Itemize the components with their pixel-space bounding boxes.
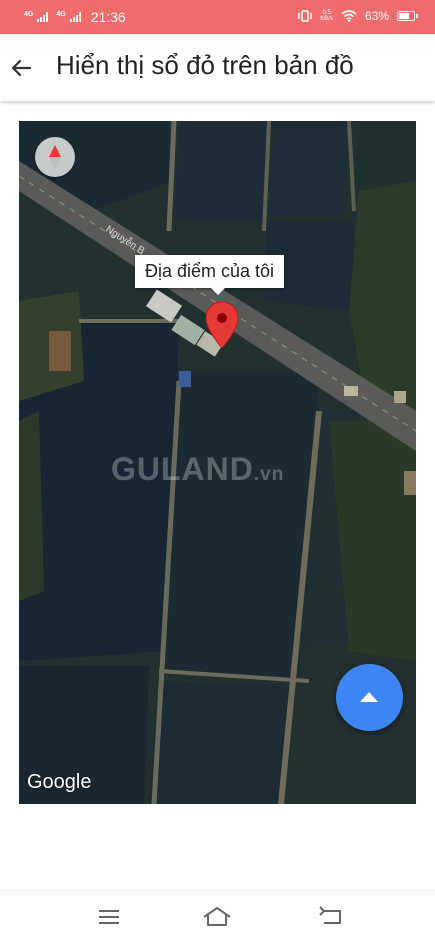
arrow-left-icon	[11, 59, 32, 77]
chevron-up-icon	[360, 692, 378, 702]
network-type-2: 4G	[56, 10, 66, 18]
expand-fab-button[interactable]	[336, 664, 403, 731]
page-title: Hiển thị sổ đỏ trên bản đồ	[56, 50, 354, 80]
system-back-button[interactable]	[316, 903, 348, 931]
speed-unit: KB/s	[320, 16, 333, 22]
back-button[interactable]	[8, 53, 38, 83]
watermark: GULAND.vn	[111, 451, 284, 488]
network-speed: 0.5 KB/s	[320, 10, 333, 22]
battery-icon	[397, 11, 418, 21]
compass-button[interactable]	[35, 137, 75, 177]
google-attribution: Google	[27, 771, 92, 793]
battery-percent: 63%	[364, 9, 389, 23]
menu-button[interactable]	[95, 903, 127, 931]
watermark-suffix: .vn	[253, 464, 285, 485]
signal-icon	[37, 12, 49, 22]
location-pin-icon[interactable]	[205, 301, 239, 353]
status-right: 0.5 KB/s 63%	[298, 9, 418, 23]
system-nav-bar	[0, 890, 435, 943]
compass-icon	[49, 145, 61, 169]
map-view[interactable]: Nguyễn B Địa điểm của tôi GULAND.vn Goog…	[19, 121, 416, 804]
wifi-icon	[341, 10, 357, 22]
status-bar: 4G 4G 21:36 0.5 KB/s 63%	[0, 0, 435, 34]
menu-icon	[99, 910, 119, 924]
location-info-window[interactable]: Địa điểm của tôi	[135, 255, 285, 295]
vibrate-icon	[298, 10, 313, 22]
watermark-main: GULAND	[111, 451, 254, 487]
clock: 21:36	[90, 9, 126, 25]
home-button[interactable]	[201, 903, 233, 931]
network-type-1: 4G	[24, 10, 34, 18]
app-bar: Hiển thị sổ đỏ trên bản đồ	[0, 34, 435, 101]
back-icon	[319, 906, 341, 924]
status-left: 4G 4G 21:36	[24, 9, 126, 25]
home-icon	[203, 907, 231, 926]
signal-icon-2	[69, 12, 81, 22]
